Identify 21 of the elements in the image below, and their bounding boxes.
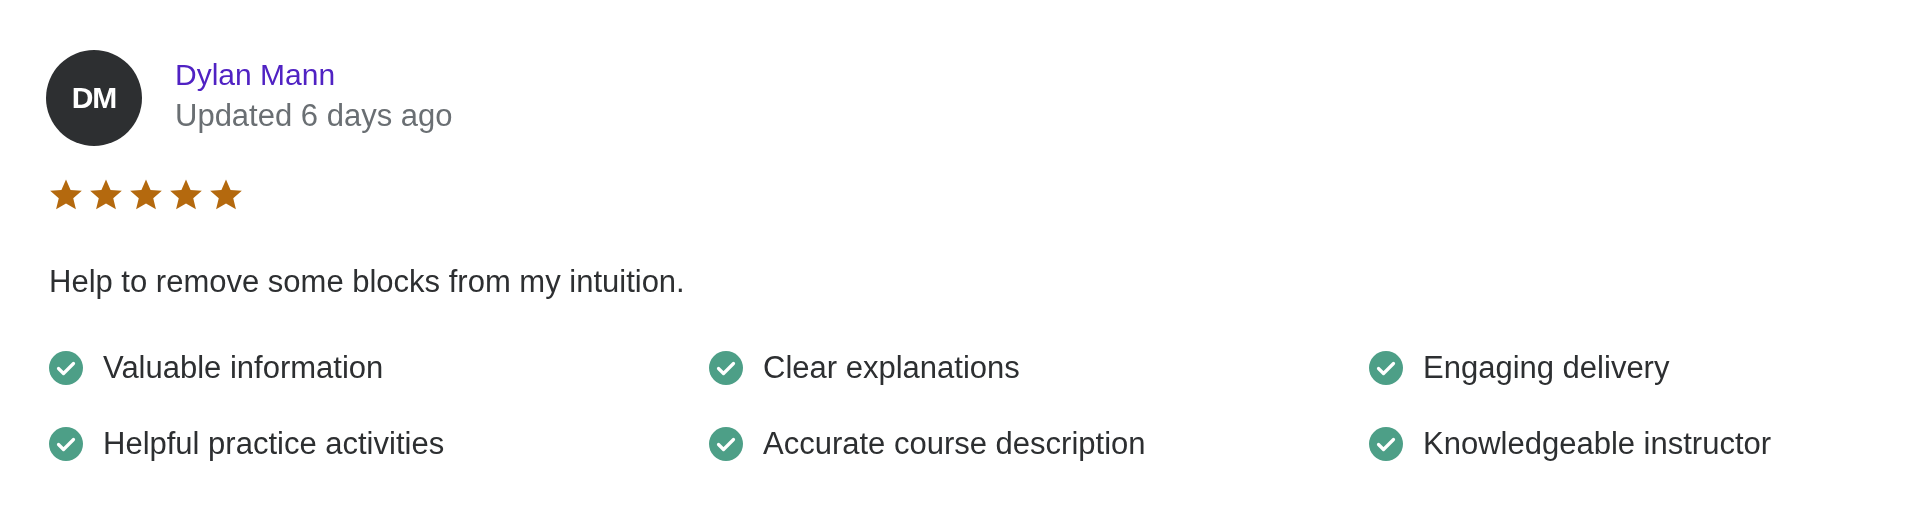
check-circle-icon: [49, 427, 83, 461]
check-circle-icon: [709, 427, 743, 461]
author-link[interactable]: Dylan Mann: [175, 58, 336, 92]
highlight-label: Clear explanations: [763, 350, 1020, 386]
star-icon: [168, 178, 204, 212]
highlight-label: Knowledgeable instructor: [1423, 426, 1772, 462]
highlight-label: Engaging delivery: [1423, 350, 1670, 386]
highlight-label: Accurate course description: [763, 426, 1146, 462]
check-circle-icon: [709, 351, 743, 385]
highlight-label: Helpful practice activities: [103, 426, 445, 462]
check-circle-icon: [1369, 351, 1403, 385]
star-icon: [48, 178, 84, 212]
highlight-label: Valuable information: [103, 350, 384, 386]
star-icon: [208, 178, 244, 212]
star-icon: [128, 178, 164, 212]
avatar: DM: [46, 50, 142, 146]
review-text: Help to remove some blocks from my intuition.: [49, 264, 686, 300]
check-circle-icon: [1369, 427, 1403, 461]
check-circle-icon: [49, 351, 83, 385]
updated-time: Updated 6 days ago: [175, 98, 453, 134]
star-icon: [88, 178, 124, 212]
